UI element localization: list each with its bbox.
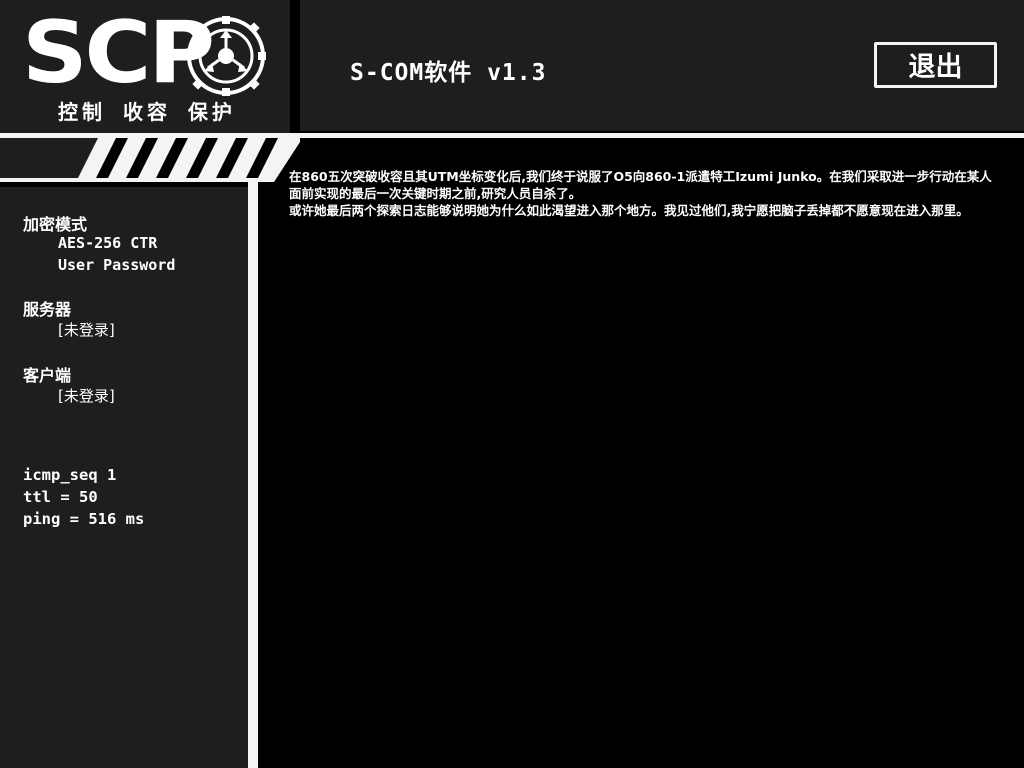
log-line: 在860五次突破收容且其UTM坐标变化后,我们终于说服了O5向860-1派遣特工…	[289, 169, 992, 201]
encryption-cipher: AES-256 CTR	[58, 234, 158, 252]
hazard-stripes	[0, 138, 300, 182]
sidebar-divider	[248, 182, 258, 768]
icmp-seq-readout: icmp_seq 1	[23, 466, 117, 484]
log-output: 在860五次突破收容且其UTM坐标变化后,我们终于说服了O5向860-1派遣特工…	[289, 168, 999, 219]
client-status: [未登录]	[58, 387, 115, 405]
log-line: 或许她最后两个探索日志能够说明她为什么如此渴望进入那个地方。我见过他们,我宁愿把…	[289, 203, 969, 218]
server-status: [未登录]	[58, 321, 115, 339]
scp-foundation-emblem-icon	[186, 16, 266, 96]
logo-panel: SCP 控制 收容 保护	[0, 0, 290, 133]
encryption-heading: 加密模式	[23, 215, 88, 234]
ttl-readout: ttl = 50	[23, 488, 98, 506]
encryption-auth: User Password	[58, 256, 176, 274]
logo-motto: 控制 收容 保护	[58, 100, 236, 124]
app-title: S-COM软件 v1.3	[350, 60, 547, 86]
exit-button[interactable]: 退出	[874, 42, 997, 88]
ping-readout: ping = 516 ms	[23, 510, 145, 528]
client-heading: 客户端	[23, 366, 72, 385]
server-heading: 服务器	[23, 300, 72, 319]
